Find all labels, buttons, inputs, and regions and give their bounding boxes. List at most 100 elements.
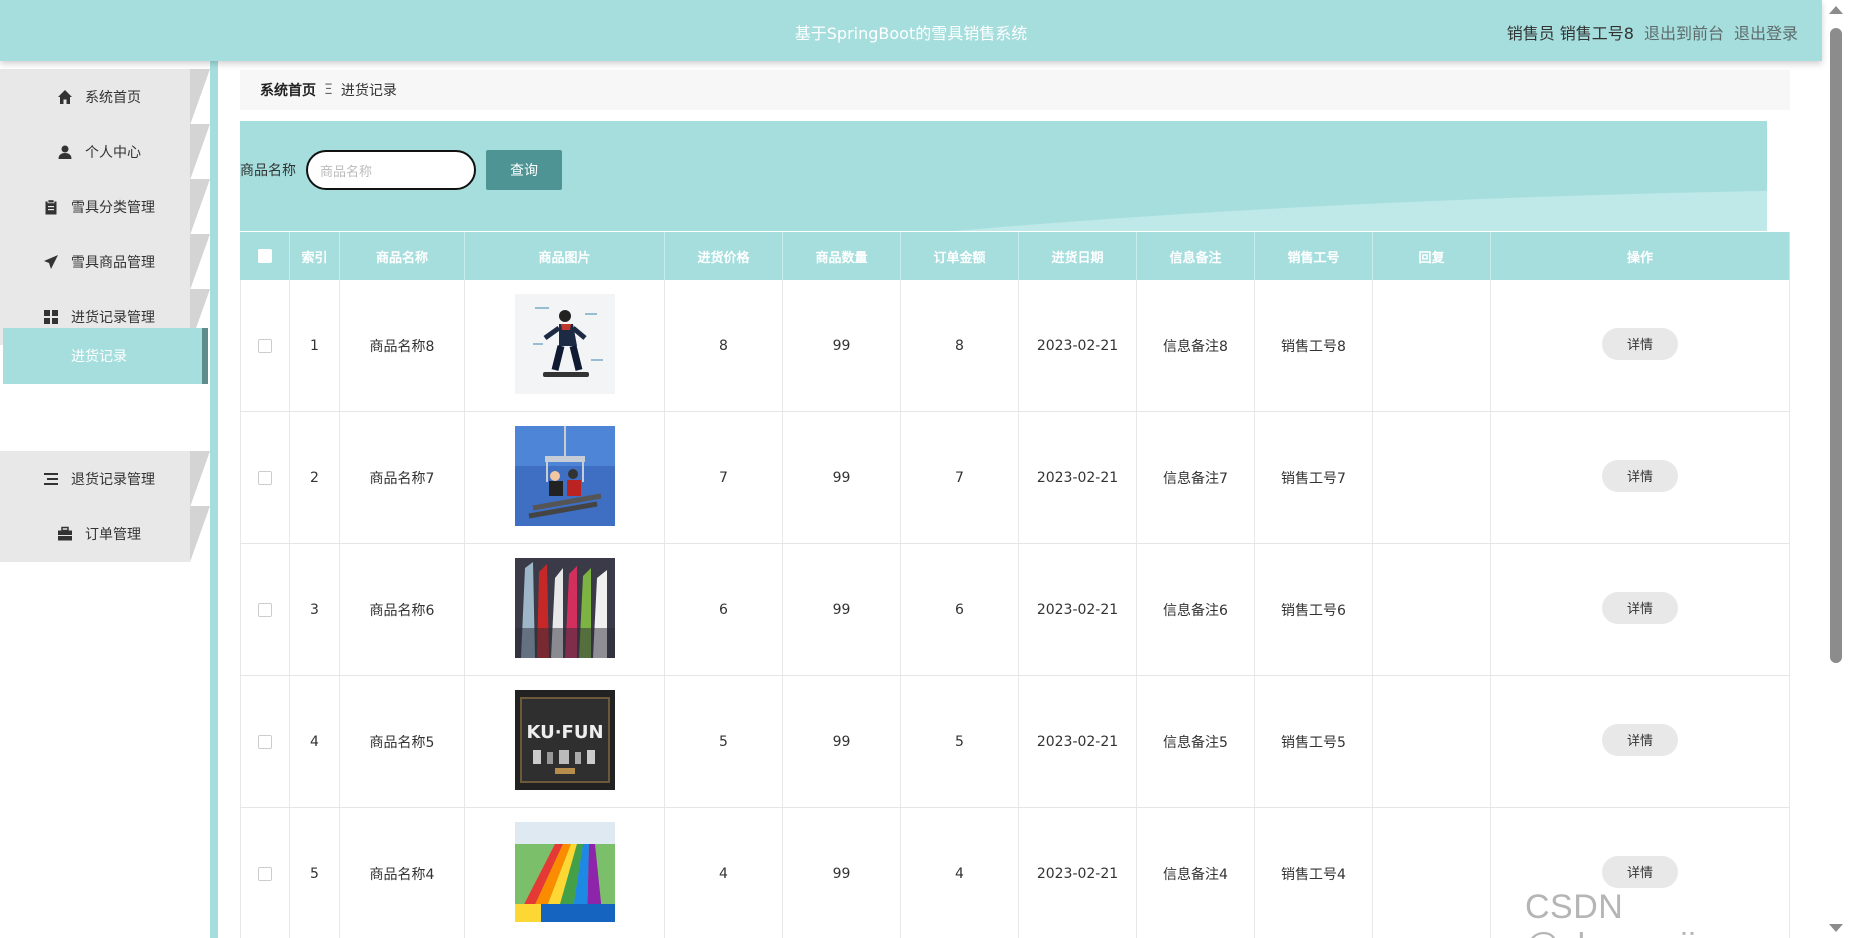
vertical-scrollbar[interactable]	[1822, 0, 1860, 938]
cell-product-image: KU·FUN	[465, 676, 665, 807]
sidebar-item-orders[interactable]: 订单管理	[0, 506, 210, 562]
grid-icon	[43, 309, 59, 325]
top-header: 基于SpringBoot的雪具销售系统 销售员 销售工号8 退出到前台 退出登录	[0, 0, 1822, 61]
cell-order-amount: 8	[901, 280, 1019, 411]
sidebar-item-label: 个人中心	[85, 145, 141, 161]
cell-product-name: 商品名称7	[340, 412, 465, 543]
table-row: 4 商品名称5 KU·FUN 5 99 5 2023-02-21 信息备注5 销售工号5 详情	[240, 676, 1790, 808]
cell-index: 4	[290, 676, 340, 807]
cell-product-image	[465, 280, 665, 411]
sidebar-item-returns[interactable]: 退货记录管理	[0, 451, 210, 507]
cell-reply	[1373, 808, 1491, 938]
row-select-cell[interactable]	[240, 808, 290, 938]
cell-note: 信息备注6	[1137, 544, 1255, 675]
header-select-all[interactable]	[240, 232, 290, 280]
detail-button[interactable]: 详情	[1602, 327, 1678, 360]
cell-order-amount: 4	[901, 808, 1019, 938]
header-user-area: 销售员 销售工号8 退出到前台 退出登录	[1507, 20, 1798, 44]
detail-button[interactable]: 详情	[1602, 591, 1678, 624]
cell-product-name: 商品名称5	[340, 676, 465, 807]
sidebar-item-label: 进货记录管理	[71, 310, 155, 326]
sidebar-item-label: 雪具商品管理	[71, 255, 155, 271]
product-image[interactable]	[514, 557, 615, 662]
purchase-record-table: 索引 商品名称 商品图片 进货价格 商品数量 订单金额 进货日期 信息备注 销售…	[240, 232, 1790, 938]
query-button[interactable]: 查询	[486, 150, 562, 190]
table-header: 索引 商品名称 商品图片 进货价格 商品数量 订单金额 进货日期 信息备注 销售…	[240, 232, 1790, 280]
cell-staff-id: 销售工号7	[1255, 412, 1373, 543]
cell-staff-id: 销售工号5	[1255, 676, 1373, 807]
cell-note: 信息备注5	[1137, 676, 1255, 807]
table-row: 3 商品名称6 6 99 6 2023-02-21 信息备注6 销售工号6 详情	[240, 544, 1790, 676]
detail-button[interactable]: 详情	[1602, 459, 1678, 492]
breadcrumb: 系统首页 Ξ 进货记录	[240, 70, 1790, 110]
sidebar-item-products[interactable]: 雪具商品管理	[0, 234, 210, 290]
sidebar-item-category[interactable]: 雪具分类管理	[0, 179, 210, 235]
logout-link[interactable]: 退出登录	[1734, 20, 1798, 44]
row-checkbox[interactable]	[258, 470, 272, 485]
table-row: 1 商品名称8 8 99 8 2023-02-21 信息备注8 销售工号8 详情	[240, 280, 1790, 412]
cell-reply	[1373, 676, 1491, 807]
cell-reply	[1373, 280, 1491, 411]
breadcrumb-home[interactable]: 系统首页	[260, 80, 316, 100]
sidebar-item-label: 退货记录管理	[71, 472, 155, 488]
table-body: 1 商品名称8 8 99 8 2023-02-21 信息备注8 销售工号8 详情 2 商品名称7 7 9…	[240, 280, 1790, 938]
cell-quantity: 99	[783, 676, 901, 807]
sidebar-item-profile[interactable]: 个人中心	[0, 124, 210, 180]
cell-quantity: 99	[783, 544, 901, 675]
scrollbar-thumb[interactable]	[1830, 28, 1842, 663]
back-to-front-link[interactable]: 退出到前台	[1644, 20, 1724, 44]
cell-product-image	[465, 412, 665, 543]
cell-quantity: 99	[783, 808, 901, 938]
search-label: 商品名称	[240, 163, 296, 179]
row-checkbox[interactable]	[258, 338, 272, 353]
home-icon	[57, 89, 73, 105]
scroll-up-arrow-icon[interactable]	[1829, 6, 1843, 14]
header-operation: 操作	[1491, 232, 1790, 280]
row-checkbox[interactable]	[258, 734, 272, 749]
product-image[interactable]	[514, 425, 615, 530]
row-select-cell[interactable]	[240, 544, 290, 675]
select-all-checkbox[interactable]	[257, 249, 272, 263]
cell-product-name: 商品名称4	[340, 808, 465, 938]
sidebar-subitem-purchase-record[interactable]: 进货记录	[3, 328, 208, 384]
cell-operation: 详情	[1491, 544, 1790, 675]
search-form: 商品名称 商品名称 查询	[240, 150, 562, 190]
row-checkbox[interactable]	[258, 866, 272, 881]
sidebar-item-label: 雪具分类管理	[71, 200, 155, 216]
breadcrumb-current: 进货记录	[340, 83, 397, 99]
cell-purchase-date: 2023-02-21	[1019, 676, 1137, 807]
row-select-cell[interactable]	[240, 676, 290, 807]
cell-purchase-price: 4	[665, 808, 783, 938]
cell-quantity: 99	[783, 412, 901, 543]
header-product-image: 商品图片	[465, 232, 665, 280]
cell-reply	[1373, 412, 1491, 543]
cell-operation: 详情	[1491, 412, 1790, 543]
decorative-wave	[270, 188, 1767, 231]
cell-note: 信息备注4	[1137, 808, 1255, 938]
sidebar-item-label: 订单管理	[85, 527, 141, 543]
cell-product-name: 商品名称6	[340, 544, 465, 675]
row-select-cell[interactable]	[240, 280, 290, 411]
header-product-name: 商品名称	[340, 232, 465, 280]
cell-order-amount: 7	[901, 412, 1019, 543]
clipboard-icon	[43, 199, 59, 215]
detail-button[interactable]: 详情	[1602, 723, 1678, 756]
row-checkbox[interactable]	[258, 602, 272, 617]
cell-index: 5	[290, 808, 340, 938]
cell-staff-id: 销售工号4	[1255, 808, 1373, 938]
cell-purchase-date: 2023-02-21	[1019, 544, 1137, 675]
product-image[interactable]	[514, 821, 615, 926]
cell-purchase-date: 2023-02-21	[1019, 280, 1137, 411]
product-name-search-input[interactable]: 商品名称	[306, 150, 476, 190]
cell-product-image	[465, 808, 665, 938]
svg-text:KU·FUN: KU·FUN	[526, 722, 603, 743]
cell-order-amount: 6	[901, 544, 1019, 675]
detail-button[interactable]: 详情	[1602, 855, 1678, 888]
cell-note: 信息备注7	[1137, 412, 1255, 543]
product-image[interactable]: KU·FUN	[514, 689, 615, 794]
sidebar-item-home[interactable]: 系统首页	[0, 69, 210, 125]
product-image[interactable]	[514, 293, 615, 398]
row-select-cell[interactable]	[240, 412, 290, 543]
cell-purchase-date: 2023-02-21	[1019, 808, 1137, 938]
watermark: CSDN @shaoweijava	[1525, 888, 1752, 938]
